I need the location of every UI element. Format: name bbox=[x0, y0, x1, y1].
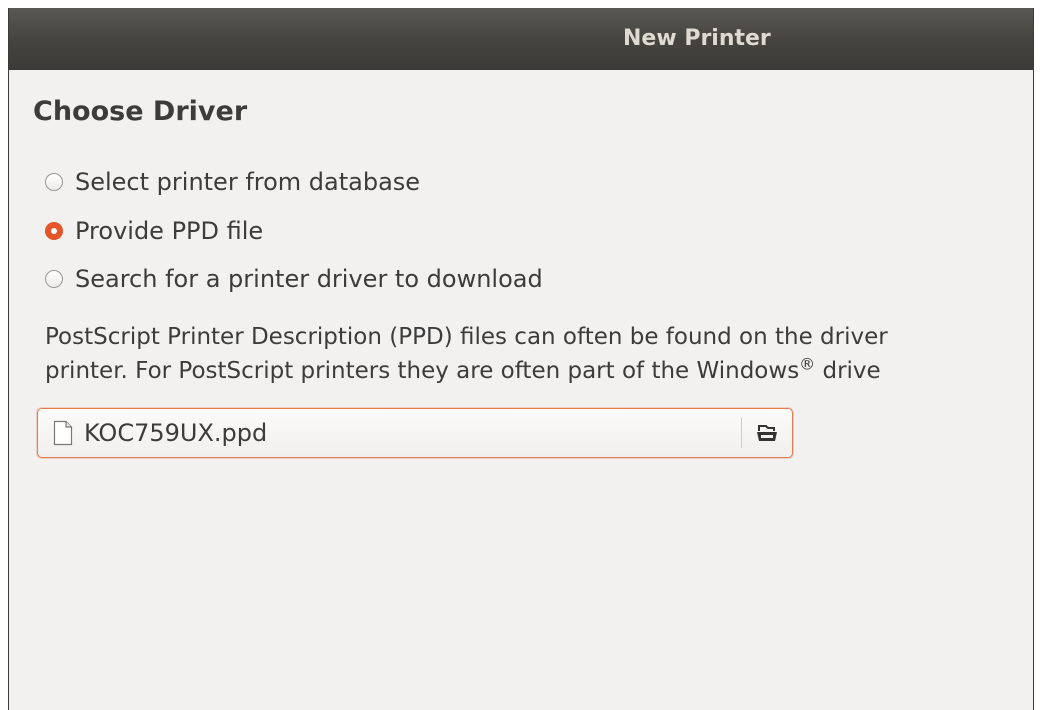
page-heading: Choose Driver bbox=[33, 96, 248, 127]
radio-search-driver-download[interactable]: Search for a printer driver to download bbox=[45, 265, 543, 293]
radio-button-unchecked[interactable] bbox=[45, 270, 63, 288]
folder-open-icon bbox=[757, 425, 777, 441]
radio-label: Select printer from database bbox=[75, 168, 421, 196]
ppd-file-chooser[interactable]: KOC759UX.ppd bbox=[37, 408, 793, 458]
radio-select-from-database[interactable]: Select printer from database bbox=[45, 168, 420, 196]
document-icon bbox=[53, 420, 73, 446]
radio-button-unchecked[interactable] bbox=[45, 173, 63, 191]
registered-mark: ® bbox=[799, 354, 816, 374]
radio-label: Search for a printer driver to download bbox=[75, 265, 543, 293]
new-printer-window: New Printer Choose Driver Select printer… bbox=[8, 8, 1034, 710]
title-bar[interactable]: New Printer bbox=[9, 8, 1033, 70]
radio-button-checked[interactable] bbox=[45, 222, 63, 240]
description-line-1: PostScript Printer Description (PPD) fil… bbox=[45, 324, 888, 350]
radio-provide-ppd-file[interactable]: Provide PPD file bbox=[45, 217, 263, 245]
open-file-button[interactable] bbox=[742, 409, 792, 457]
selected-file-name: KOC759UX.ppd bbox=[84, 419, 268, 447]
radio-label: Provide PPD file bbox=[75, 217, 264, 245]
window-title: New Printer bbox=[623, 26, 771, 51]
ppd-description: PostScript Printer Description (PPD) fil… bbox=[45, 320, 888, 388]
choose-driver-panel: Choose Driver Select printer from databa… bbox=[33, 96, 1033, 458]
description-line-2: printer. For PostScript printers they ar… bbox=[45, 354, 881, 384]
